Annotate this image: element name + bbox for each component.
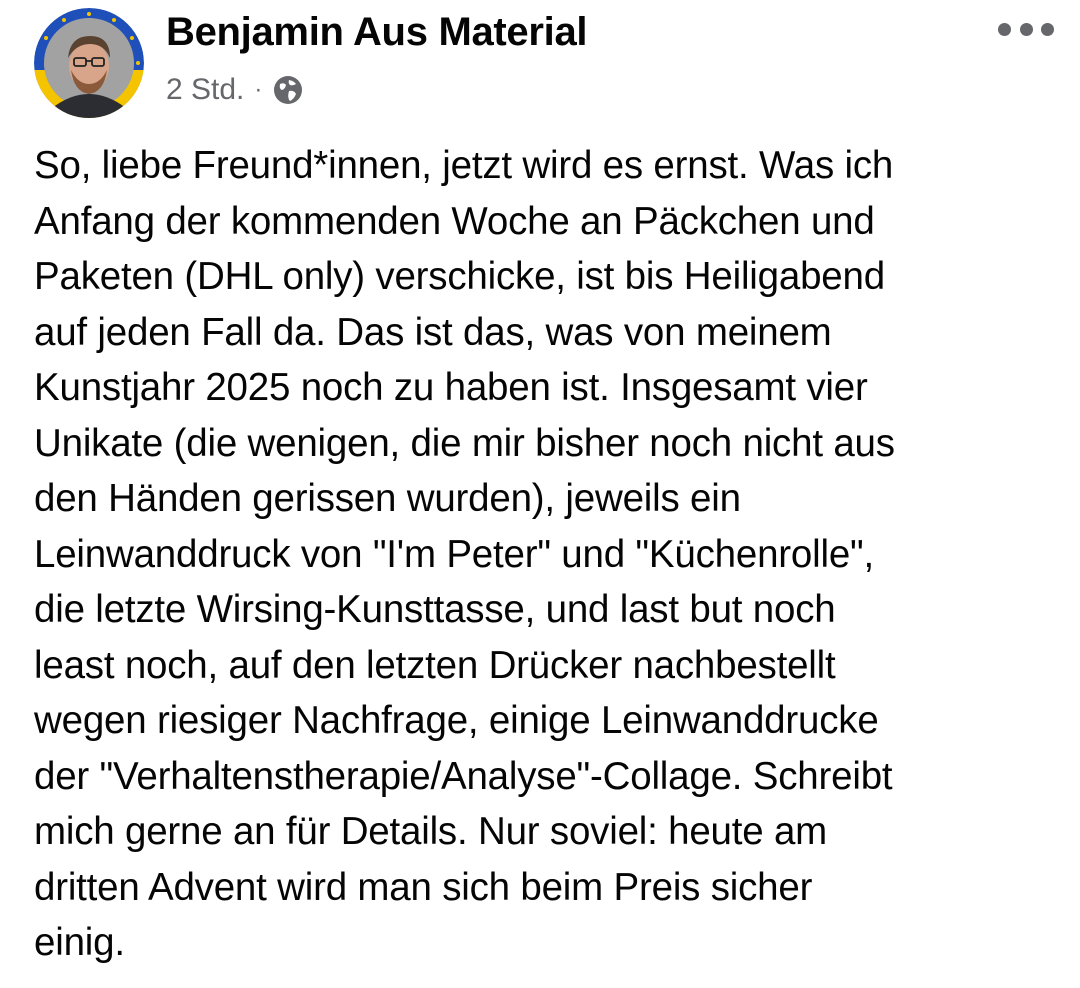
timestamp[interactable]: 2 Std. [166,73,244,107]
post-text-line: dritten Advent wird man sich beim Preis … [34,865,813,909]
post-text-line: Unikate (die wenigen, die mir bisher noc… [34,421,895,465]
post-text-line: least noch, auf den letzten Drücker nach… [34,643,836,687]
more-options-dot [1041,22,1054,36]
author-name[interactable]: Benjamin Aus Material [166,10,588,55]
post-text-line: auf jeden Fall da. Das ist das, was von … [34,310,832,354]
more-options-button[interactable] [998,14,1054,44]
post-text-line: wegen riesiger Nachfrage, einige Leinwan… [34,699,879,742]
globe-icon[interactable] [272,74,304,106]
post-text-line: Kunstjahr 2025 noch zu haben ist. Insges… [34,366,868,409]
post-text-line: So, liebe Freund*innen, jetzt wird es er… [34,144,894,187]
post-text-line: mich gerne an für Details. Nur soviel: h… [34,810,828,853]
more-options-dot [998,22,1011,36]
post-text-line: Anfang der kommenden Woche an Päckchen u… [34,199,875,243]
post-text-line: einig. [34,921,125,964]
post-text-line: den Händen gerissen wurden), jeweils ein [34,477,741,520]
facebook-post: Benjamin Aus Material 2 Std. · So, liebe… [0,0,1080,988]
post-text: So, liebe Freund*innen, jetzt wird es er… [34,138,1044,971]
more-options-dot [1019,22,1033,36]
post-meta: 2 Std. · [166,70,304,110]
post-text-line: die letzte Wirsing-Kunsttasse, und last … [34,588,836,631]
avatar-image [34,8,144,118]
meta-separator: · [254,76,263,103]
post-text-line: der "Verhaltenstherapie/Analyse"-Collage… [34,754,893,798]
post-text-line: Paketen (DHL only) verschicke, ist bis H… [34,255,885,298]
post-text-line: Leinwanddruck von "I'm Peter" und "Küche… [34,532,874,576]
avatar[interactable] [34,8,144,118]
